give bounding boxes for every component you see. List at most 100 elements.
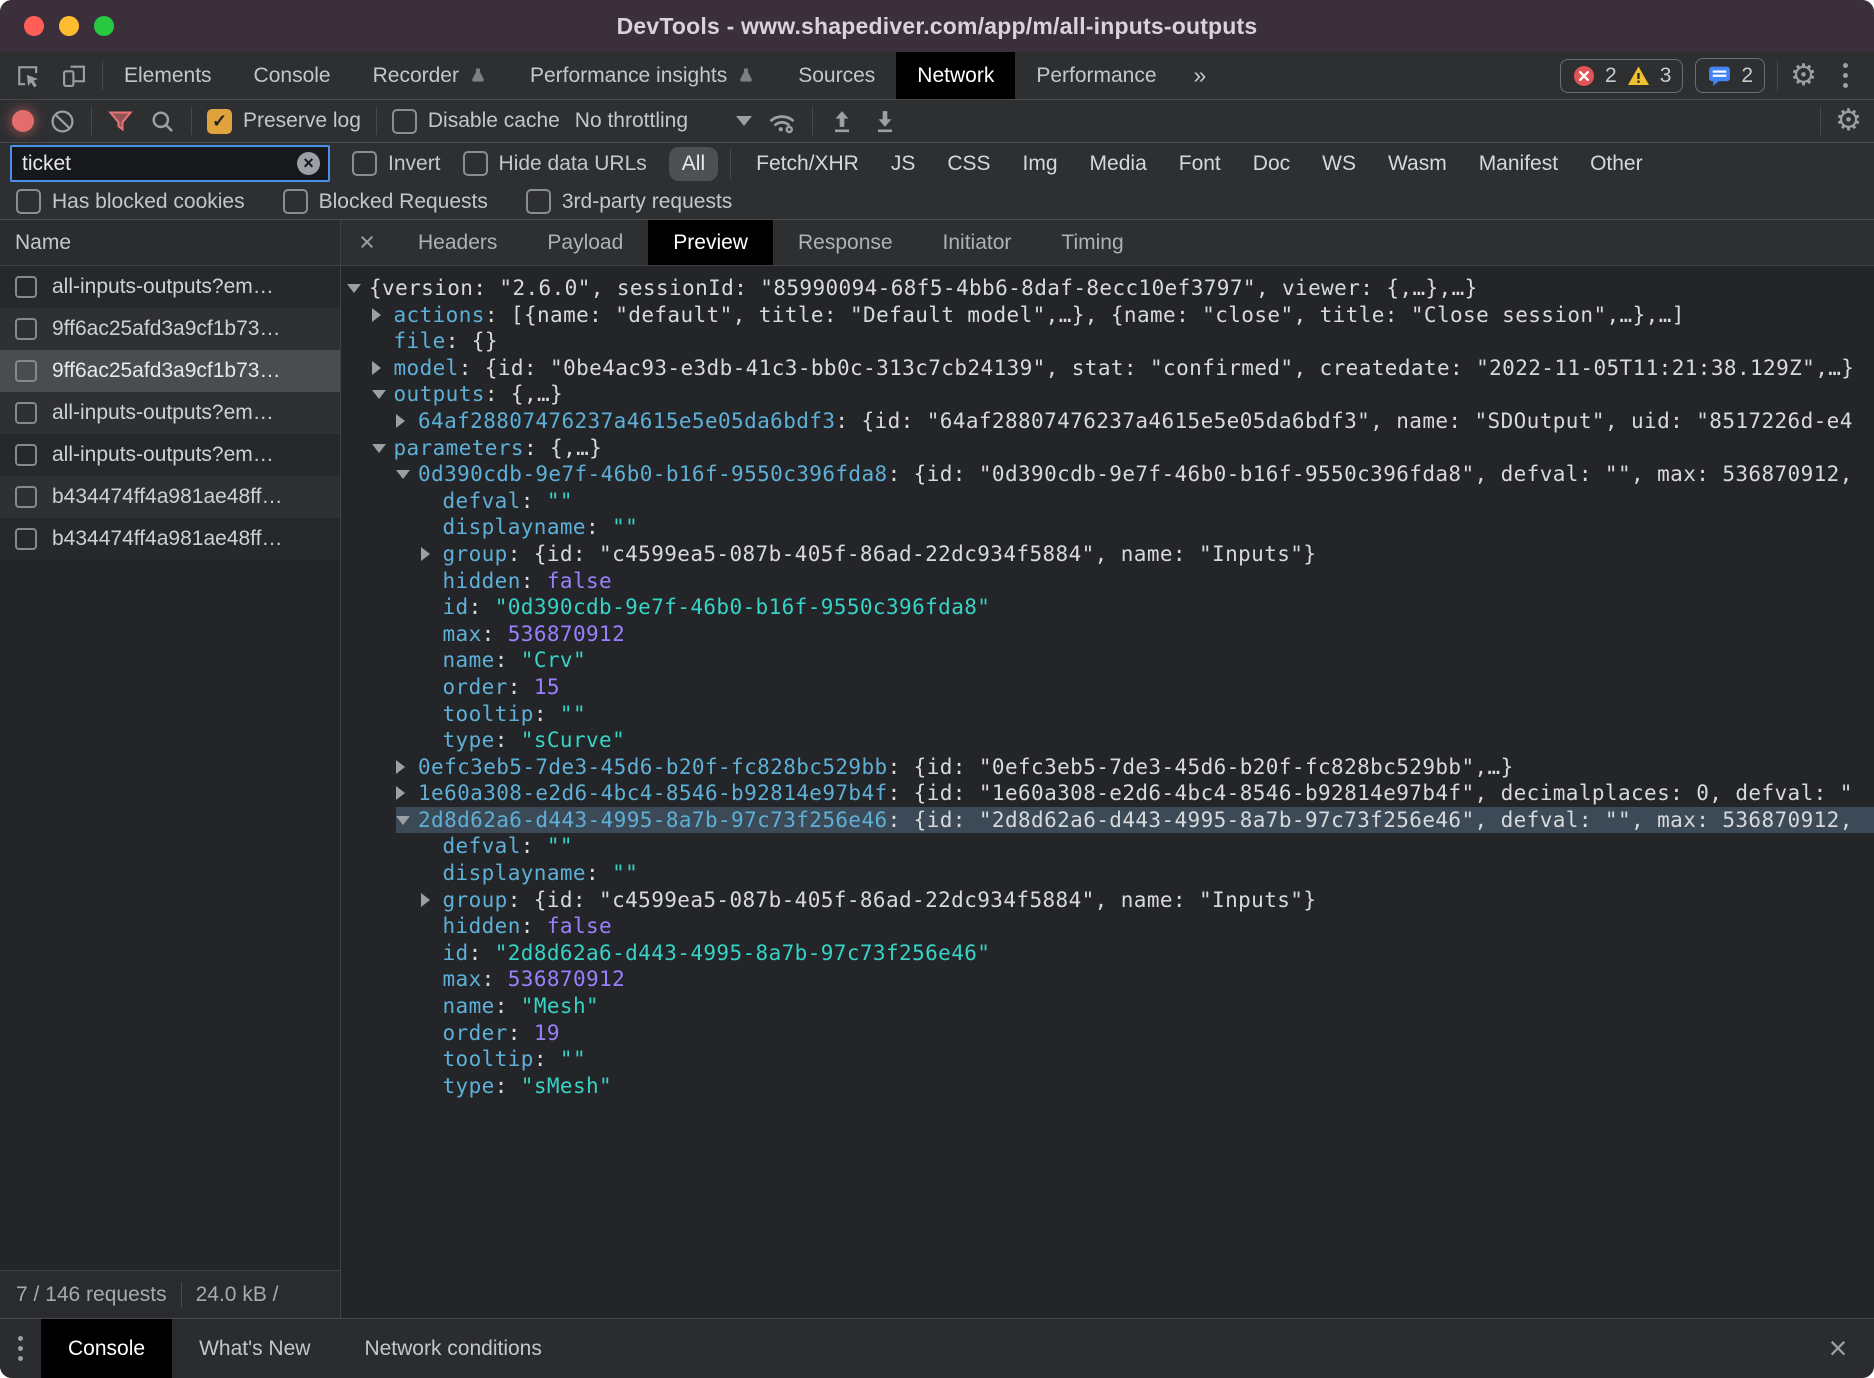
tree-line[interactable]: 64af28807476237a4615e5e05da6bdf3: {id: "… [341,408,1874,435]
drawer-tab-network-conditions[interactable]: Network conditions [337,1319,568,1378]
tree-line[interactable]: model: {id: "0be4ac93-e3db-41c3-bb0c-313… [341,355,1874,382]
tree-line[interactable]: order: 19 [341,1020,1874,1047]
request-row[interactable]: all-inputs-outputs?em… [0,266,340,308]
tree-line[interactable]: order: 15 [341,674,1874,701]
filter-funnel-icon[interactable] [107,108,134,135]
type-filter-css[interactable]: CSS [934,147,1003,181]
export-har-icon[interactable] [871,107,899,135]
request-row[interactable]: b434474ff4a981ae48ff… [0,518,340,560]
has-blocked-cookies-checkbox[interactable] [16,189,41,214]
type-filter-other[interactable]: Other [1577,147,1656,181]
invert-toggle[interactable]: Invert [352,151,441,176]
tree-line[interactable]: parameters: {,…} [341,435,1874,462]
close-detail-icon[interactable]: × [341,220,393,265]
messages-badge[interactable]: 2 [1695,58,1765,93]
type-filter-all[interactable]: All [669,147,718,181]
expand-arrow-icon[interactable] [421,541,443,568]
minimize-window-button[interactable] [59,16,79,36]
import-har-icon[interactable] [828,107,856,135]
filter-input[interactable] [20,151,297,177]
tree-line[interactable]: max: 536870912 [341,966,1874,993]
tree-line[interactable]: 0efc3eb5-7de3-45d6-b20f-fc828bc529bb: {i… [341,754,1874,781]
hide-data-urls-checkbox[interactable] [463,151,488,176]
customize-devtools-kebab-icon[interactable] [1829,63,1862,88]
type-filter-js[interactable]: JS [878,147,929,181]
device-toolbar-icon[interactable] [60,62,88,90]
detail-tab-initiator[interactable]: Initiator [918,220,1037,265]
search-icon[interactable] [149,108,176,135]
expand-arrow-icon[interactable] [372,302,394,329]
request-checkbox[interactable] [15,486,37,508]
request-checkbox[interactable] [15,318,37,340]
expand-arrow-icon[interactable] [396,461,418,488]
expand-arrow-icon[interactable] [372,435,394,462]
tree-line[interactable]: defval: "" [341,488,1874,515]
disable-cache-toggle[interactable]: Disable cache [392,109,560,134]
tree-line[interactable]: 2d8d62a6-d443-4995-8a7b-97c73f256e46: {i… [341,807,1874,834]
tab-sources[interactable]: Sources [777,52,896,99]
expand-arrow-icon[interactable] [396,780,418,807]
request-checkbox[interactable] [15,402,37,424]
tree-line[interactable]: hidden: false [341,913,1874,940]
type-filter-font[interactable]: Font [1166,147,1234,181]
request-row[interactable]: 9ff6ac25afd3a9cf1b73… [0,350,340,392]
tree-line[interactable]: type: "sMesh" [341,1073,1874,1100]
tree-line[interactable]: group: {id: "c4599ea5-087b-405f-86ad-22d… [341,887,1874,914]
tree-line[interactable]: outputs: {,…} [341,381,1874,408]
zoom-window-button[interactable] [94,16,114,36]
tree-line[interactable]: hidden: false [341,568,1874,595]
network-settings-gear-icon[interactable]: ⚙ [1835,106,1862,136]
blocked-requests-checkbox[interactable] [283,189,308,214]
close-window-button[interactable] [24,16,44,36]
tree-line[interactable]: name: "Mesh" [341,993,1874,1020]
errors-warnings-badge[interactable]: 2 3 [1560,59,1683,93]
tree-line[interactable]: actions: [{name: "default", title: "Defa… [341,302,1874,329]
detail-tab-payload[interactable]: Payload [522,220,648,265]
settings-gear-icon[interactable]: ⚙ [1790,61,1817,91]
tab-network[interactable]: Network [896,52,1015,99]
tree-line[interactable]: 1e60a308-e2d6-4bc4-8546-b92814e97b4f: {i… [341,780,1874,807]
type-filter-img[interactable]: Img [1010,147,1071,181]
request-checkbox[interactable] [15,444,37,466]
type-filter-doc[interactable]: Doc [1240,147,1303,181]
preserve-log-checkbox[interactable]: ✓ [207,109,232,134]
tab-recorder[interactable]: Recorder [352,52,509,99]
request-checkbox[interactable] [15,360,37,382]
tree-line[interactable]: tooltip: "" [341,701,1874,728]
tab-performance-insights[interactable]: Performance insights [509,52,777,99]
request-checkbox[interactable] [15,276,37,298]
clear-network-log-icon[interactable] [49,108,76,135]
expand-arrow-icon[interactable] [372,381,394,408]
expand-arrow-icon[interactable] [372,355,394,382]
tree-line[interactable]: displayname: "" [341,860,1874,887]
type-filter-fetch-xhr[interactable]: Fetch/XHR [743,147,872,181]
detail-tab-response[interactable]: Response [773,220,918,265]
request-row[interactable]: 9ff6ac25afd3a9cf1b73… [0,308,340,350]
close-drawer-icon[interactable]: × [1802,1319,1874,1378]
request-checkbox[interactable] [15,528,37,550]
type-filter-manifest[interactable]: Manifest [1466,147,1571,181]
tree-line[interactable]: file: {} [341,328,1874,355]
detail-tab-headers[interactable]: Headers [393,220,522,265]
tree-line[interactable]: {version: "2.6.0", sessionId: "85990094-… [341,275,1874,302]
expand-arrow-icon[interactable] [396,408,418,435]
third-party-requests-checkbox[interactable] [526,189,551,214]
filter-input-box[interactable]: × [10,145,330,182]
request-row[interactable]: all-inputs-outputs?em… [0,434,340,476]
tree-line[interactable]: tooltip: "" [341,1046,1874,1073]
type-filter-media[interactable]: Media [1077,147,1160,181]
tree-line[interactable]: max: 536870912 [341,621,1874,648]
expand-arrow-icon[interactable] [421,887,443,914]
tree-line[interactable]: id: "0d390cdb-9e7f-46b0-b16f-9550c396fda… [341,594,1874,621]
tree-line[interactable]: id: "2d8d62a6-d443-4995-8a7b-97c73f256e4… [341,940,1874,967]
invert-checkbox[interactable] [352,151,377,176]
request-row[interactable]: all-inputs-outputs?em… [0,392,340,434]
tree-line[interactable]: defval: "" [341,833,1874,860]
tab-console[interactable]: Console [233,52,352,99]
hide-data-urls-toggle[interactable]: Hide data URLs [463,151,647,176]
drawer-tab-what-s-new[interactable]: What's New [172,1319,337,1378]
drawer-tab-console[interactable]: Console [41,1319,172,1378]
expand-arrow-icon[interactable] [347,275,369,302]
network-conditions-icon[interactable] [767,106,797,136]
more-tabs-button[interactable]: » [1178,52,1223,99]
